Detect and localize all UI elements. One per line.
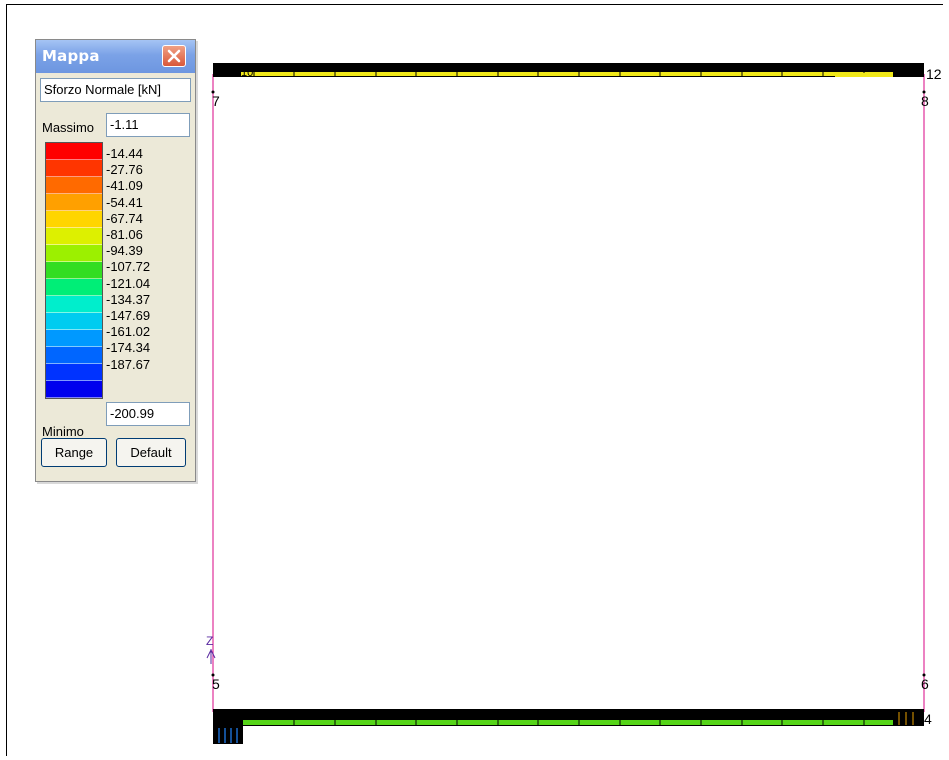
- legend-value: -67.74: [106, 210, 143, 226]
- node-label-5: 5: [212, 676, 220, 692]
- legend-swatch: [46, 194, 102, 211]
- legend-swatch: [46, 262, 102, 279]
- max-value-input[interactable]: -1.11: [106, 113, 190, 137]
- node-label-4: 4: [924, 711, 932, 727]
- legend-swatch: [46, 211, 102, 228]
- legend-swatch: [46, 245, 102, 262]
- mappa-title: Mappa: [42, 47, 100, 65]
- legend-value: -161.02: [106, 324, 151, 340]
- legend-swatch: [46, 381, 102, 398]
- legend-value: -27.76: [106, 162, 143, 178]
- support-left: [213, 710, 243, 744]
- legend-value: -14.44: [106, 146, 143, 161]
- legend-swatch: [46, 177, 102, 194]
- legend-swatch: [46, 347, 102, 364]
- legend-value: -187.67: [106, 356, 151, 372]
- legend-value: -121.04: [106, 275, 151, 291]
- legend-swatch: [46, 279, 102, 296]
- legend-swatch: [46, 364, 102, 381]
- legend-swatch: [46, 160, 102, 177]
- legend-value: -81.06: [106, 227, 143, 243]
- legend-value: -147.69: [106, 308, 151, 324]
- legend-value: -134.37: [106, 291, 151, 307]
- top-beam: [213, 63, 924, 77]
- color-legend: [45, 142, 103, 399]
- legend-values: -14.44 -27.76 -41.09 -54.41 -67.74 -81.06 -94.…: [106, 146, 150, 373]
- range-button[interactable]: Range: [41, 438, 107, 467]
- node-label-8: 8: [921, 93, 929, 109]
- legend-swatch: [46, 296, 102, 313]
- legend-value: -94.39: [106, 243, 143, 259]
- legend-value: -41.09: [106, 178, 143, 194]
- default-button[interactable]: Default: [116, 438, 186, 467]
- node-label-10: 10: [241, 67, 254, 79]
- mappa-titlebar[interactable]: Mappa: [36, 40, 195, 73]
- node-label-6: 6: [921, 676, 929, 692]
- legend-swatch: [46, 330, 102, 347]
- z-axis-arrow: [206, 648, 216, 664]
- min-value-input[interactable]: -200.99: [106, 402, 190, 426]
- legend-value: -174.34: [106, 340, 151, 356]
- mappa-window[interactable]: Mappa Sforzo Normale [kN] Massimo -1.11 …: [35, 39, 196, 482]
- legend-swatch: [46, 313, 102, 330]
- axis-label-z: Z: [206, 634, 214, 648]
- legend-swatch: [46, 143, 102, 160]
- quantity-field[interactable]: Sforzo Normale [kN]: [40, 78, 191, 102]
- legend-swatch: [46, 228, 102, 245]
- bottom-beam: [213, 709, 924, 726]
- legend-value: -107.72: [106, 259, 151, 275]
- node-label-7: 7: [212, 93, 220, 109]
- min-label: Minimo: [42, 424, 84, 439]
- node-label-12: 12: [926, 66, 942, 82]
- close-button[interactable]: [162, 45, 186, 67]
- max-label: Massimo: [42, 120, 95, 135]
- legend-value: -54.41: [106, 194, 143, 210]
